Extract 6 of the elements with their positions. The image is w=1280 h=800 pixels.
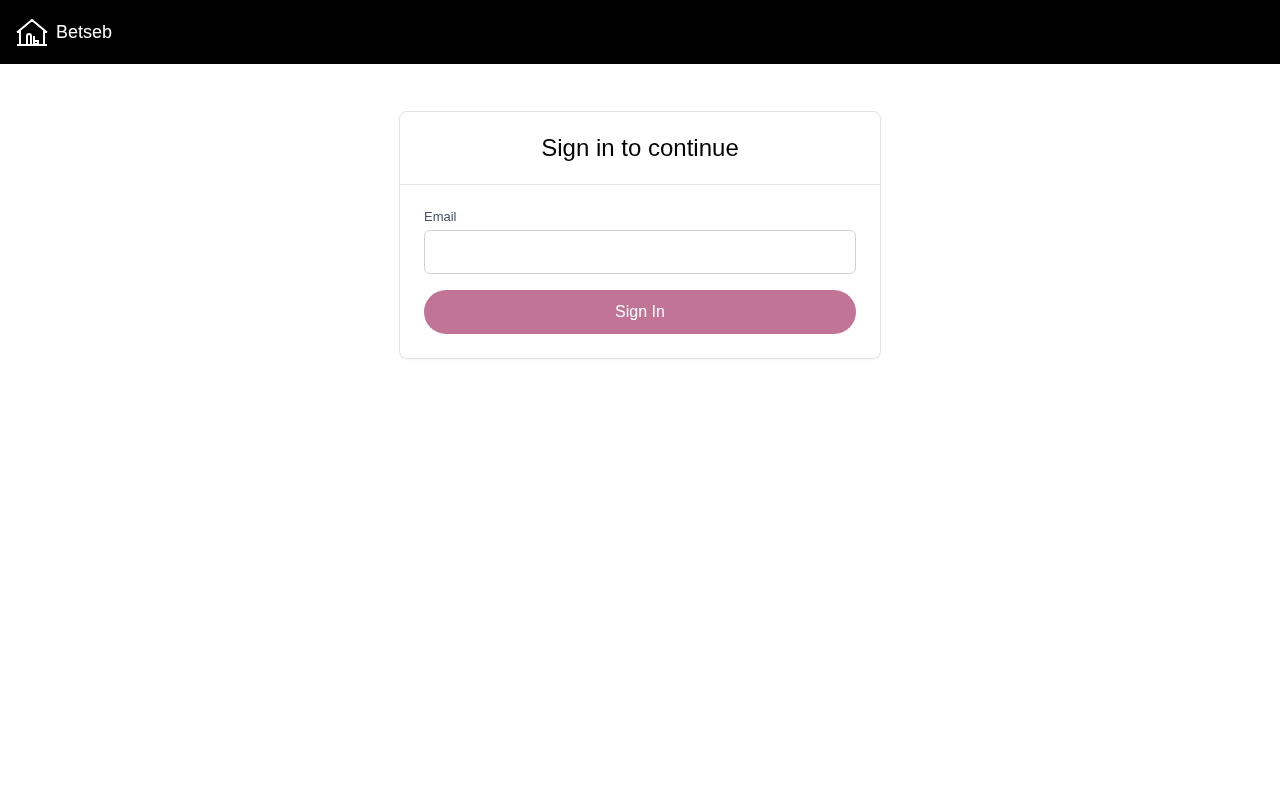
email-label: Email	[424, 209, 458, 224]
brand-name: Betseb	[56, 21, 113, 43]
house-icon	[16, 18, 48, 46]
email-field[interactable]	[424, 230, 856, 274]
sign-in-button[interactable]: Sign In	[424, 290, 856, 334]
card-title: Sign in to continue	[541, 134, 739, 162]
